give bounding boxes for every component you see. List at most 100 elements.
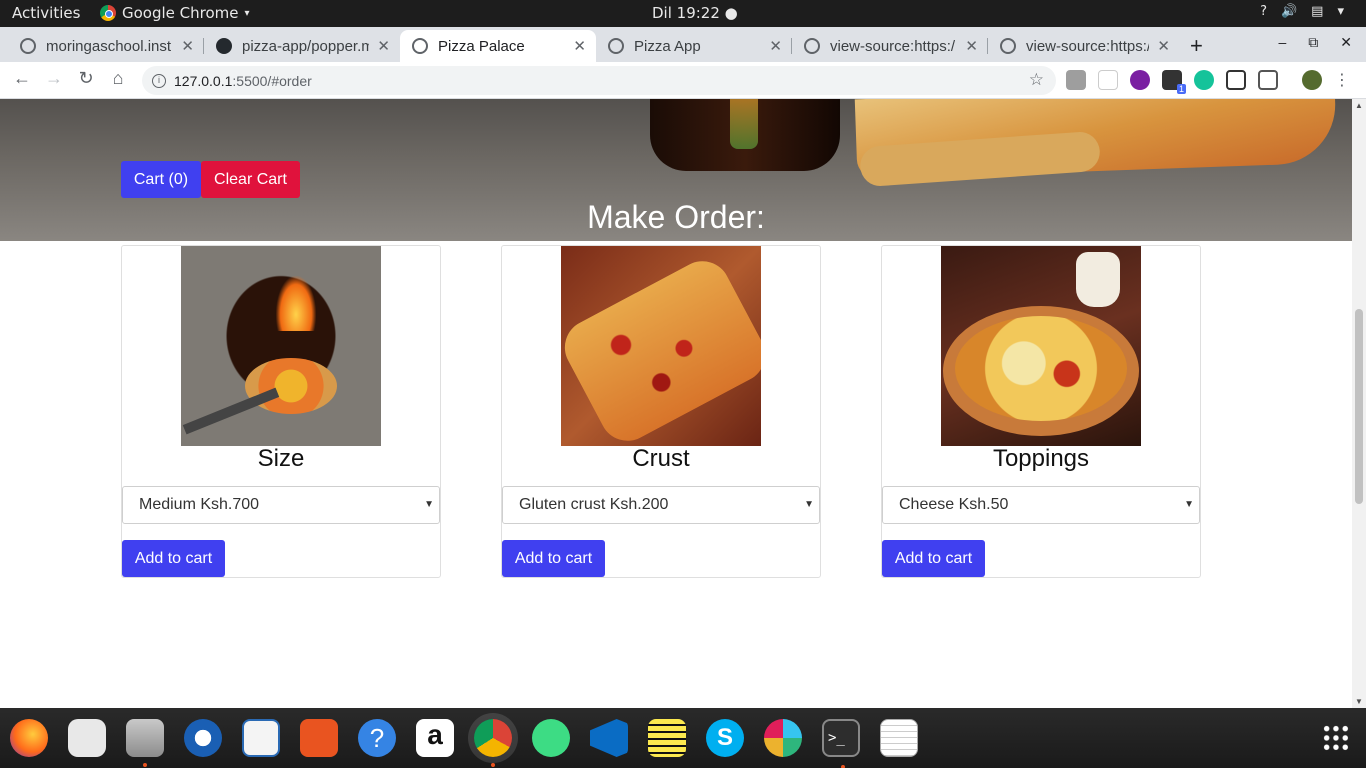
scroll-down-icon[interactable]: ▼: [1355, 697, 1363, 706]
tab-pizza-app[interactable]: Pizza App ✕: [596, 30, 792, 62]
restore-button[interactable]: ⧉: [1308, 34, 1318, 51]
app-menu-label: Google Chrome: [122, 4, 239, 22]
pizza-graphic: [955, 316, 1127, 421]
grammarly-icon[interactable]: [1194, 70, 1214, 90]
help-icon[interactable]: ?: [1260, 4, 1267, 19]
rhythmbox-icon[interactable]: [68, 719, 106, 757]
files-icon[interactable]: [126, 719, 164, 767]
extension-icons: 1 ⋮: [1066, 70, 1350, 94]
power-icon[interactable]: ▾: [1337, 4, 1344, 19]
tab-title: view-source:https:/: [830, 37, 956, 55]
github-icon: [216, 38, 232, 54]
forward-button[interactable]: →: [42, 68, 66, 89]
page-title: Make Order:: [587, 199, 765, 235]
extension-icon[interactable]: [1226, 70, 1246, 90]
thunderbird-icon[interactable]: [184, 719, 222, 757]
extension-icon[interactable]: [1098, 70, 1118, 90]
dropdown-arrow-icon: ▼: [1184, 499, 1194, 510]
bookmark-star-icon[interactable]: ☆: [1029, 70, 1044, 90]
crust-select[interactable]: Gluten crust Ksh.200 ▼: [502, 486, 820, 524]
tab-view-source-1[interactable]: view-source:https:/ ✕: [792, 30, 988, 62]
libreoffice-writer-icon[interactable]: [242, 719, 280, 757]
close-window-button[interactable]: ✕: [1340, 34, 1352, 51]
toppings-card: Toppings Cheese Ksh.50 ▼ Add to cart: [881, 245, 1201, 578]
skype-icon[interactable]: S: [706, 719, 744, 757]
back-button[interactable]: ←: [10, 68, 34, 89]
add-to-cart-button[interactable]: Add to cart: [502, 540, 605, 577]
clear-cart-button[interactable]: Clear Cart: [201, 161, 300, 198]
fire-graphic: [276, 276, 316, 331]
peel-graphic: [182, 387, 280, 435]
tab-pizza-app-github[interactable]: pizza-app/popper.m ✕: [204, 30, 400, 62]
terminal-icon[interactable]: >_: [822, 719, 860, 768]
software-center-icon[interactable]: [300, 719, 338, 757]
clipboard-icon[interactable]: ▤: [1311, 4, 1323, 19]
card-label: Toppings: [992, 445, 1090, 472]
home-button[interactable]: ⌂: [106, 68, 130, 89]
close-icon[interactable]: ✕: [965, 37, 978, 55]
system-top-bar: Activities Google Chrome ▾ Dil 19:22 ● ?…: [0, 0, 1366, 27]
site-info-icon[interactable]: i: [152, 73, 166, 88]
address-bar[interactable]: i 127.0.0.1:5500/#order ☆: [142, 66, 1056, 95]
avatar[interactable]: [1302, 70, 1322, 90]
extension-icon[interactable]: [1066, 70, 1086, 90]
extension-badge: 1: [1176, 84, 1186, 94]
minimize-button[interactable]: –: [1278, 34, 1286, 51]
page-scrollbar[interactable]: ▲ ▼: [1352, 99, 1366, 708]
text-editor-icon[interactable]: [880, 719, 918, 757]
chrome-icon[interactable]: [474, 719, 512, 767]
extension-icon[interactable]: [1130, 70, 1150, 90]
scroll-up-icon[interactable]: ▲: [1355, 101, 1363, 110]
help-icon[interactable]: ?: [358, 719, 396, 757]
close-icon[interactable]: ✕: [181, 37, 194, 55]
url-host: 127.0.0.1: [174, 72, 233, 89]
selected-value: Cheese Ksh.50: [899, 496, 1009, 513]
window-controls: – ⧉ ✕: [1278, 34, 1352, 51]
scrollbar-thumb[interactable]: [1355, 309, 1363, 504]
android-studio-icon[interactable]: [532, 719, 570, 757]
card-label: Crust: [632, 445, 690, 472]
extension-icon[interactable]: [1258, 70, 1278, 90]
amazon-icon[interactable]: a: [416, 719, 454, 757]
clock[interactable]: Dil 19:22 ●: [652, 4, 738, 22]
close-icon[interactable]: ✕: [1157, 37, 1170, 55]
firefox-icon[interactable]: [10, 719, 48, 757]
tab-pizza-palace[interactable]: Pizza Palace ✕: [400, 30, 596, 62]
tab-view-source-2[interactable]: view-source:https:/ ✕: [988, 30, 1180, 62]
card-label: Size: [257, 445, 305, 472]
size-select[interactable]: Medium Ksh.700 ▼: [122, 486, 440, 524]
crust-card: Crust Gluten crust Ksh.200 ▼ Add to cart: [501, 245, 821, 578]
menu-icon[interactable]: ⋮: [1334, 70, 1350, 90]
pizza-graphic: [561, 251, 761, 446]
show-applications-icon[interactable]: [1322, 724, 1350, 752]
globe-icon: [412, 38, 428, 54]
browser-toolbar: ← → ↻ ⌂ i 127.0.0.1:5500/#order ☆ 1 ⋮: [0, 62, 1366, 99]
url-path: :5500/#order: [232, 72, 312, 89]
slack-icon[interactable]: [764, 719, 802, 757]
jug-graphic: [1076, 252, 1120, 307]
close-icon[interactable]: ✕: [377, 37, 390, 55]
vscode-icon[interactable]: [590, 719, 628, 757]
tab-moringaschool[interactable]: moringaschool.inst ✕: [8, 30, 204, 62]
close-icon[interactable]: ✕: [769, 37, 782, 55]
system-tray[interactable]: ? 🔊 ▤ ▾: [1260, 4, 1344, 19]
reload-button[interactable]: ↻: [74, 68, 98, 89]
tab-title: view-source:https:/: [1026, 37, 1150, 55]
app-menu[interactable]: Google Chrome ▾: [100, 4, 250, 22]
cart-button[interactable]: Cart (0): [121, 161, 201, 198]
tab-title: Pizza Palace: [438, 37, 525, 55]
volume-icon[interactable]: 🔊: [1281, 4, 1297, 19]
new-tab-button[interactable]: +: [1190, 33, 1203, 59]
globe-icon: [804, 38, 820, 54]
flatbread-pizza-image: [561, 246, 761, 446]
activities-button[interactable]: Activities: [12, 4, 80, 22]
toppings-select[interactable]: Cheese Ksh.50 ▼: [882, 486, 1200, 524]
close-icon[interactable]: ✕: [573, 37, 586, 55]
add-to-cart-button[interactable]: Add to cart: [122, 540, 225, 577]
notes-icon[interactable]: [648, 719, 686, 757]
hero-banner: Cart (0) Clear Cart Make Order:: [0, 99, 1352, 241]
extension-icon[interactable]: 1: [1162, 70, 1186, 94]
tab-title: pizza-app/popper.m: [242, 37, 370, 55]
add-to-cart-button[interactable]: Add to cart: [882, 540, 985, 577]
chrome-icon: [100, 5, 116, 21]
